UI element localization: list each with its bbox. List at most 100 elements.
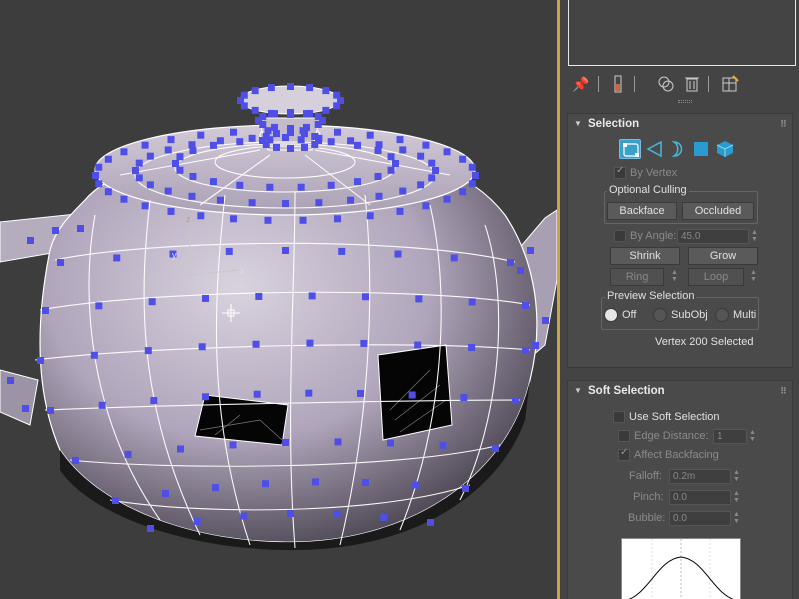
vertex-marker[interactable] [287,129,294,136]
vertex-marker[interactable] [301,143,308,151]
vertex-marker[interactable] [95,302,103,310]
vertex-marker[interactable] [287,145,294,152]
vertex-marker[interactable] [72,457,79,464]
vertex-marker[interactable] [287,83,294,90]
vertex-marker[interactable] [417,152,425,160]
vertex-marker[interactable] [177,445,184,453]
vertex-marker[interactable] [396,207,404,215]
vertex-marker[interactable] [164,187,172,195]
vertex-marker[interactable] [303,123,310,131]
rollout-grip-icon[interactable]: ⠿ [780,114,787,134]
by-angle-checkbox[interactable] [614,230,626,242]
vertex-marker[interactable] [135,159,143,167]
vertex-marker[interactable] [306,84,314,92]
vertex-marker[interactable] [193,518,201,525]
vertex-marker[interactable] [415,295,423,303]
vertex-marker[interactable] [492,445,499,452]
vertex-marker[interactable] [327,181,335,189]
soft-selection-rollout-header[interactable]: ▼ Soft Selection ⠿ [568,381,792,401]
vertex-marker[interactable] [315,199,323,207]
vertex-marker[interactable] [95,163,103,171]
vertex-marker[interactable] [333,128,341,136]
vertex-marker[interactable] [202,294,209,302]
vertex-marker[interactable] [236,138,244,146]
vertex-marker[interactable] [333,91,341,99]
backface-button[interactable]: Backface [607,202,677,220]
vertex-marker[interactable] [273,130,280,138]
vertex-marker[interactable] [248,134,256,142]
vertex-marker[interactable] [47,407,54,414]
vertex-marker[interactable] [104,188,112,196]
vertex-marker[interactable] [120,148,128,156]
vertex-marker[interactable] [422,202,430,210]
vertex-marker[interactable] [522,347,529,354]
vertex-marker[interactable] [264,216,272,224]
vertex-marker[interactable] [225,247,233,255]
edge-distance-spinner-arrows[interactable]: ▲ ▼ [748,429,757,444]
vertex-marker[interactable] [472,172,479,179]
vertex-marker[interactable] [212,484,219,492]
vertex-marker[interactable] [468,298,476,306]
vertex-marker[interactable] [248,199,256,207]
vertex-marker[interactable] [287,109,294,116]
vertex-marker[interactable] [282,247,289,254]
vertex-marker[interactable] [443,195,451,203]
shrink-button[interactable]: Shrink [610,247,680,265]
vertex-marker[interactable] [322,87,330,95]
falloff-spinner[interactable]: 0.2m [669,469,731,484]
pin-icon[interactable]: 📌 [571,74,591,94]
vertex-marker[interactable] [380,514,388,521]
preview-multi-radio[interactable] [715,308,729,322]
vertex-marker[interactable] [90,351,98,359]
vertex-marker[interactable] [462,485,469,492]
vertex-marker[interactable] [98,401,106,409]
vertex-marker[interactable] [334,438,342,446]
bubble-spinner[interactable]: 0.0 [669,511,731,526]
vertex-marker[interactable] [387,439,394,447]
vertex-marker[interactable] [387,166,395,174]
vertex-marker[interactable] [387,153,395,161]
vertex-marker[interactable] [141,202,149,210]
vertex-marker[interactable] [252,340,260,348]
vertex-marker[interactable] [399,146,407,154]
vertex-marker[interactable] [230,128,238,136]
vertex-marker[interactable] [468,163,476,171]
vertex-marker[interactable] [459,155,467,163]
vertex-marker[interactable] [394,250,402,258]
modifier-stack-list[interactable] [568,0,796,66]
edge-distance-spinner[interactable]: 1 [713,429,747,444]
vertex-marker[interactable] [507,259,514,266]
vertex-marker[interactable] [132,167,139,174]
vertex-marker[interactable] [135,174,143,182]
vertex-marker[interactable] [396,136,404,144]
vertex-marker[interactable] [92,172,99,179]
vertex-marker[interactable] [306,339,314,347]
by-vertex-checkbox[interactable] [614,165,626,179]
vertex-marker[interactable] [282,200,289,207]
vertex-marker[interactable] [347,137,355,145]
vertex-marker[interactable] [240,512,248,520]
vertex-marker[interactable] [374,172,382,180]
edge-icon[interactable] [644,139,666,159]
vertex-marker[interactable] [176,153,184,161]
vertex-marker[interactable] [308,292,316,300]
pinch-spinner[interactable]: 0.0 [669,490,731,505]
vertex-marker[interactable] [146,152,154,160]
vertex-marker[interactable] [216,196,224,204]
vertex-marker[interactable] [209,141,217,149]
make-unique-icon[interactable] [656,74,676,94]
vertex-marker[interactable] [311,141,319,148]
vertex-marker[interactable] [37,357,44,364]
vertex-marker[interactable] [273,143,280,151]
grow-button[interactable]: Grow [688,247,758,265]
vertex-marker[interactable] [148,298,156,306]
vertex-marker[interactable] [167,136,175,144]
remove-modifier-icon[interactable] [682,74,702,94]
vertex-marker[interactable] [120,195,128,203]
vertex-marker[interactable] [399,187,407,195]
vertex-marker[interactable] [360,339,368,347]
viewport-perspective[interactable]: x y z [0,0,557,599]
vertex-marker[interactable] [230,215,238,223]
vertex-marker[interactable] [374,147,382,155]
vertex-marker[interactable] [354,178,362,186]
